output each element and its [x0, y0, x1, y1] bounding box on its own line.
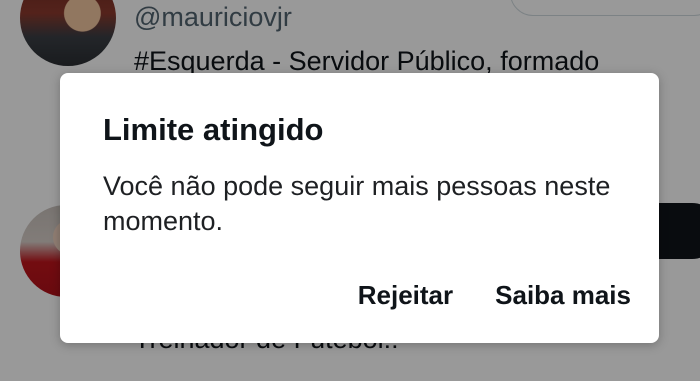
dialog-title: Limite atingido	[103, 112, 324, 147]
learn-more-button[interactable]: Saiba mais	[495, 278, 631, 312]
reject-button[interactable]: Rejeitar	[358, 278, 453, 312]
limit-reached-dialog: Limite atingido Você não pode seguir mai…	[60, 73, 659, 343]
dialog-message: Você não pode seguir mais pessoas neste …	[103, 171, 611, 236]
dialog-actions: Rejeitar Saiba mais	[358, 278, 631, 312]
